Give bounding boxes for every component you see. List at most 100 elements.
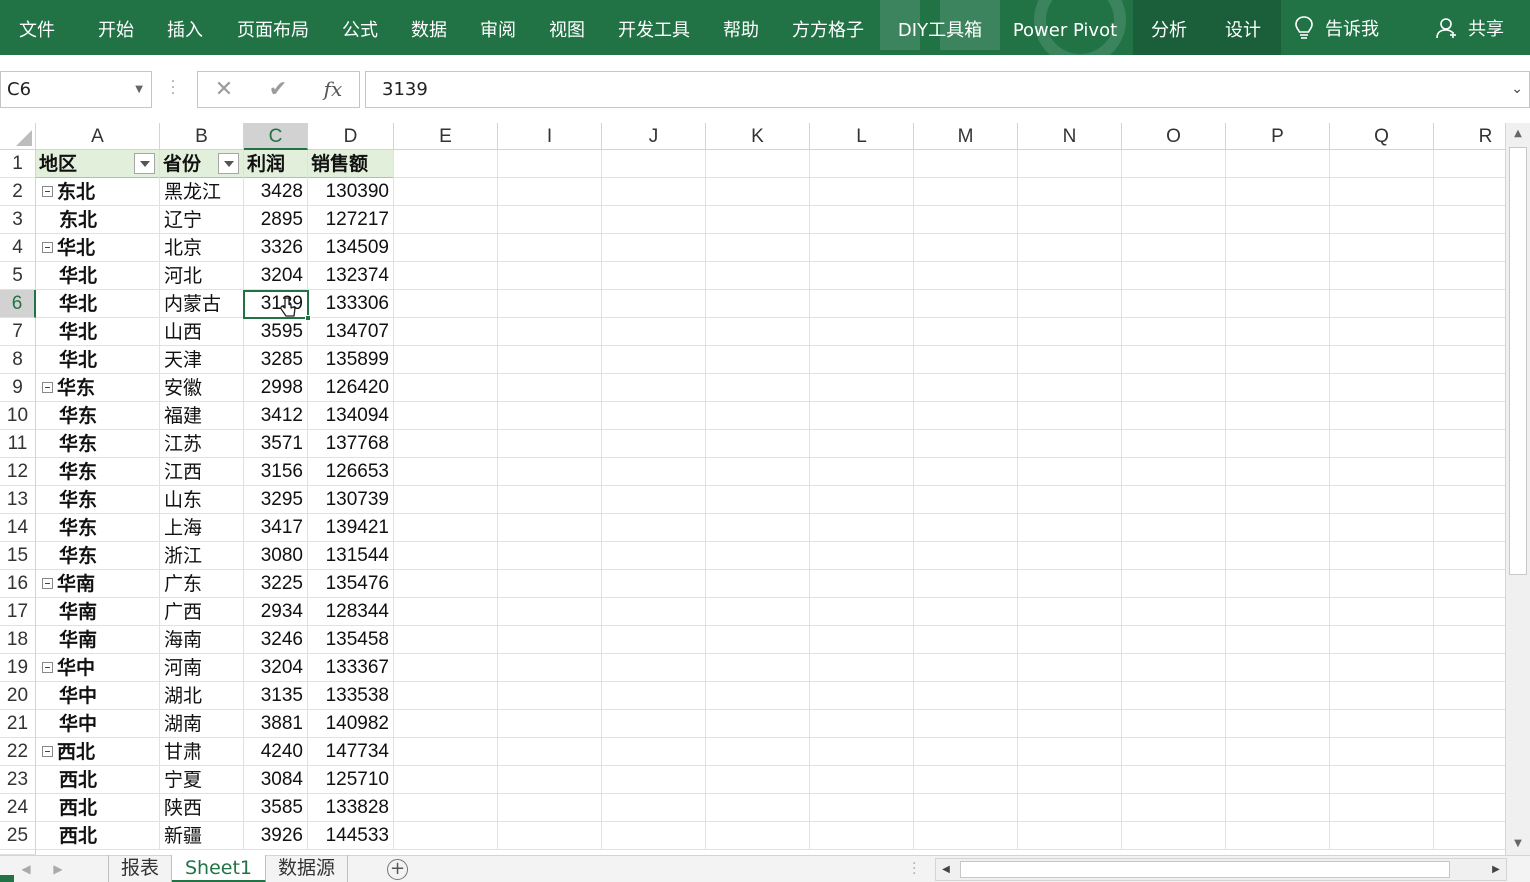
sales-cell[interactable]: 130390 (308, 178, 393, 206)
pivot-header-cell[interactable]: 地区 (36, 150, 159, 178)
ribbon-tab[interactable]: 插入 (165, 0, 205, 55)
column-header[interactable]: N (1018, 123, 1122, 150)
column-header[interactable]: M (914, 123, 1018, 150)
collapse-icon[interactable] (42, 242, 53, 253)
province-cell[interactable]: 江西 (160, 458, 243, 486)
sales-cell[interactable]: 139421 (308, 514, 393, 542)
row-header[interactable]: 23 (0, 766, 36, 794)
profit-cell[interactable]: 2998 (244, 374, 307, 402)
row-header[interactable]: 21 (0, 710, 36, 738)
scroll-right-icon[interactable]: ▶ (1486, 859, 1506, 880)
profit-cell[interactable]: 3571 (244, 430, 307, 458)
collapse-icon[interactable] (42, 578, 53, 589)
sales-cell[interactable]: 135458 (308, 626, 393, 654)
check-icon[interactable]: ✔ (258, 72, 298, 107)
region-cell[interactable]: 华北 (36, 234, 159, 262)
row-header[interactable]: 16 (0, 570, 36, 598)
row-header[interactable]: 18 (0, 626, 36, 654)
province-cell[interactable]: 山东 (160, 486, 243, 514)
horizontal-scrollbar[interactable]: ◀ ▶ (935, 858, 1507, 881)
expand-formula-icon[interactable]: ⌄ (1511, 72, 1523, 107)
sales-cell[interactable]: 126653 (308, 458, 393, 486)
row-header[interactable]: 22 (0, 738, 36, 766)
profit-cell[interactable]: 3295 (244, 486, 307, 514)
sales-cell[interactable]: 133306 (308, 290, 393, 318)
ribbon-tab[interactable]: DIY工具箱 (895, 0, 985, 55)
region-cell[interactable]: 西北 (36, 738, 159, 766)
region-cell[interactable]: 华东 (36, 402, 159, 430)
region-cell[interactable]: 华北 (36, 262, 159, 290)
next-sheet-icon[interactable]: ▶ (48, 856, 68, 882)
profit-cell[interactable]: 3417 (244, 514, 307, 542)
row-header[interactable]: 3 (0, 206, 36, 234)
region-cell[interactable]: 东北 (36, 178, 159, 206)
sales-cell[interactable]: 144533 (308, 822, 393, 850)
sales-cell[interactable]: 132374 (308, 262, 393, 290)
select-all-button[interactable] (0, 123, 36, 150)
province-cell[interactable]: 宁夏 (160, 766, 243, 794)
region-cell[interactable]: 华东 (36, 514, 159, 542)
row-header[interactable]: 7 (0, 318, 36, 346)
profit-cell[interactable]: 3156 (244, 458, 307, 486)
row-header[interactable]: 4 (0, 234, 36, 262)
province-cell[interactable]: 广西 (160, 598, 243, 626)
province-cell[interactable]: 江苏 (160, 430, 243, 458)
row-header[interactable]: 10 (0, 402, 36, 430)
ribbon-tab[interactable]: Power Pivot (1012, 0, 1118, 55)
drag-handle-icon[interactable]: · · · (170, 75, 176, 101)
region-cell[interactable]: 华中 (36, 654, 159, 682)
collapse-icon[interactable] (42, 662, 53, 673)
province-cell[interactable]: 天津 (160, 346, 243, 374)
collapse-icon[interactable] (42, 186, 53, 197)
cell-grid[interactable]: 地区 省份 利润 销售额 东北 黑龙江 3428 130390 东北 辽宁 2895 127217 华北… (36, 150, 1505, 850)
row-header[interactable]: 17 (0, 598, 36, 626)
ribbon-tab[interactable]: 数据 (409, 0, 449, 55)
province-cell[interactable]: 河南 (160, 654, 243, 682)
filter-dropdown-icon[interactable] (218, 153, 239, 174)
province-cell[interactable]: 新疆 (160, 822, 243, 850)
row-header[interactable]: 9 (0, 374, 36, 402)
province-cell[interactable]: 浙江 (160, 542, 243, 570)
row-header[interactable]: 15 (0, 542, 36, 570)
ribbon-tab[interactable]: 视图 (547, 0, 587, 55)
profit-cell[interactable]: 3326 (244, 234, 307, 262)
row-header[interactable]: 14 (0, 514, 36, 542)
ribbon-tab[interactable]: 帮助 (721, 0, 761, 55)
sales-cell[interactable]: 134707 (308, 318, 393, 346)
province-cell[interactable]: 内蒙古 (160, 290, 243, 318)
sales-cell[interactable]: 137768 (308, 430, 393, 458)
profit-cell[interactable]: 3926 (244, 822, 307, 850)
sheet-tab[interactable]: Sheet1 (172, 855, 266, 882)
profit-cell[interactable]: 3412 (244, 402, 307, 430)
ribbon-tab[interactable]: 开发工具 (616, 0, 692, 55)
add-sheet-button[interactable]: + (387, 859, 408, 880)
ribbon-tab[interactable]: 页面布局 (235, 0, 311, 55)
profit-cell[interactable]: 3084 (244, 766, 307, 794)
ribbon-tab[interactable]: 文件 (17, 0, 57, 55)
ribbon-tab[interactable]: 方方格子 (790, 0, 866, 55)
column-header[interactable]: L (810, 123, 914, 150)
sales-cell[interactable]: 140982 (308, 710, 393, 738)
region-cell[interactable]: 华北 (36, 346, 159, 374)
sales-cell[interactable]: 134509 (308, 234, 393, 262)
province-cell[interactable]: 河北 (160, 262, 243, 290)
column-header[interactable]: Q (1330, 123, 1434, 150)
ribbon-tab[interactable]: 开始 (96, 0, 136, 55)
sales-cell[interactable]: 125710 (308, 766, 393, 794)
pivot-header-cell[interactable]: 省份 (160, 150, 243, 178)
region-cell[interactable]: 华东 (36, 374, 159, 402)
pivot-header-cell[interactable]: 销售额 (308, 150, 393, 178)
sales-cell[interactable]: 135899 (308, 346, 393, 374)
ribbon-tab[interactable]: 审阅 (478, 0, 518, 55)
province-cell[interactable]: 海南 (160, 626, 243, 654)
province-cell[interactable]: 上海 (160, 514, 243, 542)
chevron-down-icon[interactable]: ▼ (135, 72, 143, 107)
region-cell[interactable]: 华北 (36, 290, 159, 318)
sheet-tab[interactable]: 数据源 (266, 855, 348, 882)
province-cell[interactable]: 福建 (160, 402, 243, 430)
sales-cell[interactable]: 131544 (308, 542, 393, 570)
vertical-scroll-thumb[interactable] (1509, 147, 1527, 575)
prev-sheet-icon[interactable]: ◀ (16, 856, 36, 882)
region-cell[interactable]: 东北 (36, 206, 159, 234)
sales-cell[interactable]: 128344 (308, 598, 393, 626)
